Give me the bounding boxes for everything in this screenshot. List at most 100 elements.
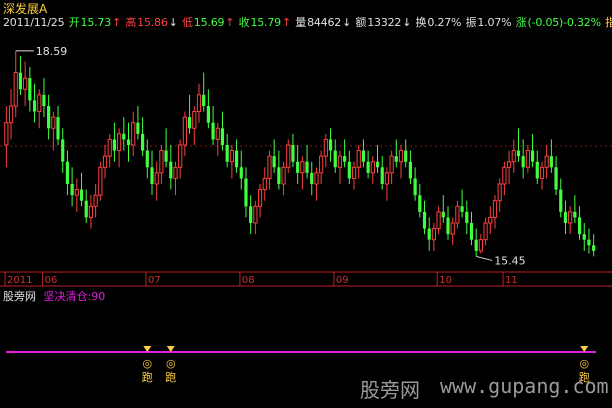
candle-body-up	[196, 94, 202, 113]
candle-body-down	[441, 211, 445, 218]
candle-body-down	[70, 184, 74, 196]
candle-body-up	[4, 122, 9, 146]
candle-body-up	[323, 138, 328, 157]
candle-body-up	[93, 194, 98, 207]
candle-body-up	[544, 155, 549, 168]
candle-body-down	[225, 145, 229, 162]
candle-body-up	[497, 183, 502, 202]
indicator-name: 坚决清仓:90	[43, 290, 106, 303]
month-label-6: 11	[505, 275, 518, 286]
candle-body-down	[577, 217, 582, 235]
candle-body-down	[220, 128, 225, 145]
month-label-2: 07	[148, 275, 161, 286]
candle-body-up	[74, 189, 79, 196]
candle-body-up	[257, 189, 263, 207]
candle-body-down	[328, 139, 333, 151]
candle-body-up	[131, 122, 136, 146]
candle-body-down	[460, 206, 464, 212]
candle-body-down	[28, 78, 32, 101]
month-label-5: 10	[439, 275, 452, 286]
candle-body-down	[563, 211, 568, 223]
indicator-label-row: 股旁网 坚决清仓:90	[3, 288, 105, 304]
candle-body-down	[366, 161, 370, 173]
candle-body-down	[84, 200, 88, 218]
candle-body-down	[347, 161, 351, 179]
candle-body-up	[455, 205, 460, 224]
candle-body-down	[474, 239, 478, 251]
candle-body-up	[173, 166, 178, 179]
candle-body-up	[159, 150, 164, 174]
kline-chart[interactable]: 2011 06 07 08 09 10 1118.5915.45◎跑◎跑◎跑	[0, 0, 612, 408]
candle-body-up	[488, 216, 493, 224]
month-label-3: 08	[242, 275, 255, 286]
month-label-1: 06	[45, 275, 58, 286]
low-marker-label: 15.45	[494, 254, 526, 267]
candle-body-up	[182, 116, 187, 146]
candle-body-up	[262, 177, 267, 191]
signal-symbol: ◎	[142, 357, 152, 370]
candle-body-up	[450, 222, 455, 235]
candle-body-up	[23, 77, 28, 90]
candle-body-down	[343, 156, 347, 162]
candle-body-down	[521, 156, 525, 168]
candle-body-down	[61, 139, 65, 162]
candle-body-up	[215, 127, 220, 140]
candle-body-up	[431, 228, 437, 241]
candle-body-down	[32, 100, 37, 112]
candle-body-down	[272, 156, 276, 168]
candle-body-down	[126, 139, 131, 145]
signal-symbol: ◎	[579, 357, 589, 370]
candle-body-up	[314, 172, 319, 185]
candle-body-up	[192, 111, 197, 129]
candle-body-down	[305, 161, 309, 173]
candle-body-down	[404, 150, 408, 162]
candle-body-down	[587, 239, 591, 246]
candle-body-up	[436, 211, 441, 230]
indicator-source: 股旁网	[3, 290, 36, 303]
candle-body-down	[18, 72, 23, 90]
candle-body-down	[427, 228, 431, 240]
candle-body-down	[418, 195, 422, 212]
candle-body-up	[300, 161, 305, 174]
candle-body-down	[361, 150, 366, 162]
watermark-cn: 股旁网	[360, 378, 420, 402]
candle-body-down	[310, 172, 314, 184]
candle-body-down	[394, 156, 398, 162]
candle-body-up	[511, 150, 516, 163]
candle-body-down	[136, 122, 140, 134]
candle-body-down	[122, 133, 126, 140]
candle-body-down	[380, 167, 384, 184]
candle-body-down	[249, 206, 253, 223]
candle-body-down	[187, 117, 192, 129]
candle-body-down	[469, 223, 474, 240]
candle-body-down	[582, 234, 586, 240]
candle-body-down	[277, 167, 281, 184]
candle-body-down	[413, 178, 417, 196]
candle-body-down	[145, 150, 149, 168]
candle-body-down	[47, 106, 51, 129]
candle-body-up	[253, 205, 258, 224]
candle-body-down	[549, 156, 553, 168]
candle-body-up	[384, 172, 390, 185]
candle-body-down	[234, 150, 239, 168]
candle-body-down	[291, 145, 295, 162]
candle-body-down	[164, 150, 168, 162]
candle-body-down	[592, 245, 596, 251]
candle-body-down	[202, 94, 206, 106]
high-marker-label: 18.59	[36, 45, 68, 58]
candle-body-down	[56, 117, 60, 140]
candle-body-down	[239, 167, 243, 179]
candle-body-down	[554, 167, 558, 190]
candle-body-down	[42, 94, 46, 106]
candle-body-down	[169, 161, 173, 179]
signal-symbol: ◎	[166, 357, 176, 370]
candle-body-up	[286, 144, 291, 168]
candle-body-down	[65, 161, 70, 184]
candle-body-down	[112, 139, 117, 151]
candle-body-up	[154, 172, 159, 185]
candle-body-up	[502, 166, 507, 185]
candle-body-up	[319, 155, 324, 174]
candle-body-up	[398, 150, 404, 163]
month-label-4: 09	[336, 275, 349, 286]
candle-body-up	[525, 150, 530, 168]
